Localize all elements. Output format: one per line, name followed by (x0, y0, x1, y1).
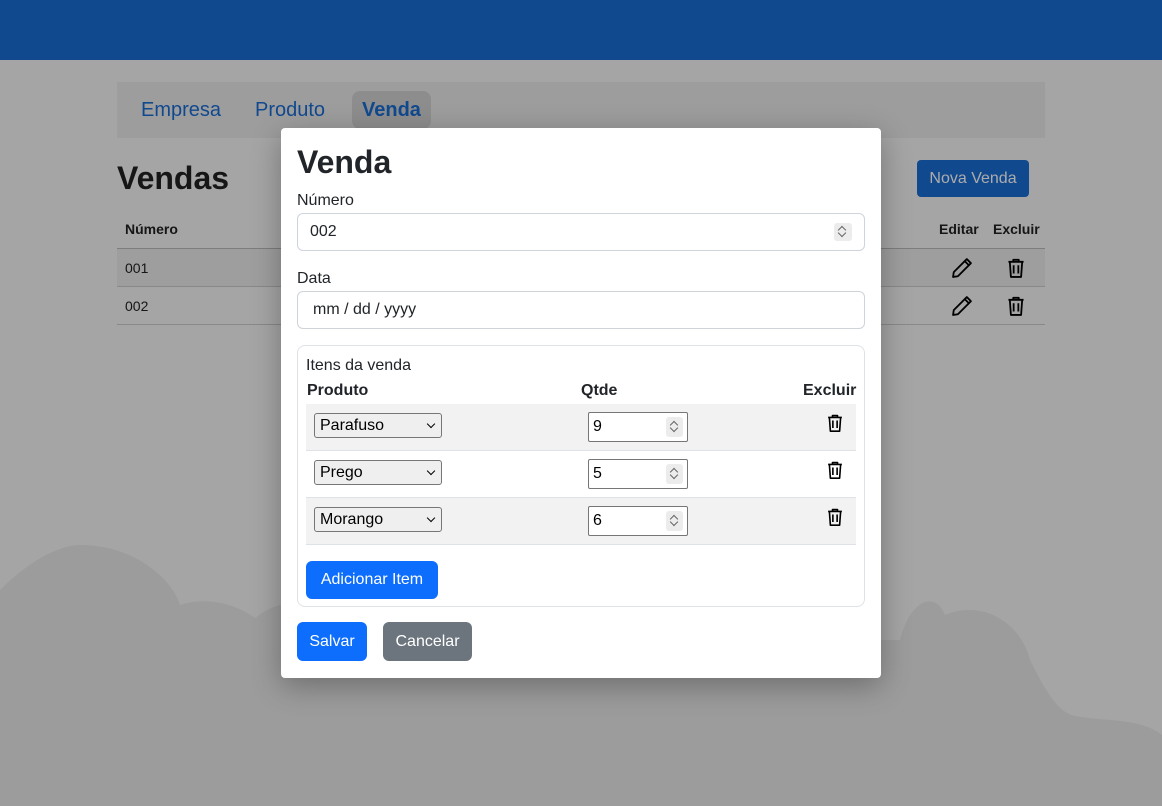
produto-select[interactable]: Parafuso (314, 413, 442, 438)
produto-selected: Morango (320, 511, 384, 528)
item-row: Parafuso 9 (306, 404, 856, 451)
qtde-value: 9 (593, 418, 602, 435)
numero-label: Número (297, 192, 354, 209)
trash-icon[interactable] (825, 459, 845, 481)
qtde-input[interactable]: 9 (588, 412, 688, 442)
sale-modal: Venda Número 002 Data mm / dd / yyyy Ite… (281, 128, 881, 678)
add-item-button[interactable]: Adicionar Item (306, 561, 438, 599)
trash-icon[interactable] (825, 412, 845, 434)
column-header-produto: Produto (307, 382, 369, 399)
qtde-value: 6 (593, 512, 602, 529)
chevron-down-icon (426, 513, 436, 523)
numero-input[interactable]: 002 (297, 213, 865, 251)
produto-select[interactable]: Prego (314, 460, 442, 485)
qtde-value: 5 (593, 465, 602, 482)
column-header-excluir: Excluir (803, 382, 857, 399)
trash-icon[interactable] (825, 506, 845, 528)
column-header-qtde: Qtde (581, 382, 618, 399)
qtde-spinner[interactable] (666, 464, 683, 484)
items-title: Itens da venda (306, 357, 411, 374)
produto-selected: Prego (320, 464, 363, 481)
data-label: Data (297, 270, 331, 287)
qtde-input[interactable]: 5 (588, 459, 688, 489)
save-button[interactable]: Salvar (297, 622, 367, 661)
produto-select[interactable]: Morango (314, 507, 442, 532)
numero-spinner[interactable] (834, 223, 852, 241)
produto-selected: Parafuso (320, 417, 385, 434)
modal-title: Venda (297, 144, 392, 180)
data-placeholder: mm / dd / yyyy (313, 301, 417, 318)
qtde-spinner[interactable] (666, 417, 683, 437)
qtde-input[interactable]: 6 (588, 506, 688, 536)
item-row: Prego 5 (306, 451, 856, 498)
qtde-spinner[interactable] (666, 511, 683, 531)
chevron-down-icon (426, 466, 436, 476)
items-fieldset: Itens da venda Produto Qtde Excluir Para… (297, 345, 865, 607)
item-row: Morango 6 (306, 498, 856, 545)
data-input[interactable]: mm / dd / yyyy (297, 291, 865, 329)
cancel-button[interactable]: Cancelar (383, 622, 472, 661)
numero-value: 002 (310, 223, 337, 240)
chevron-down-icon (426, 419, 436, 429)
